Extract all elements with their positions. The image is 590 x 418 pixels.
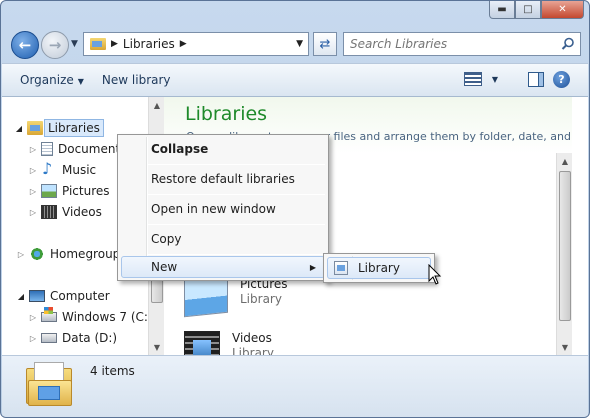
breadcrumb-arrow-icon[interactable]: ▶: [180, 39, 187, 49]
libraries-folder-icon: [90, 38, 106, 50]
pictures-library-icon: [184, 274, 228, 318]
item-name: Videos: [232, 331, 272, 345]
windows-drive-icon: [41, 307, 57, 322]
search-box[interactable]: [343, 32, 581, 56]
scroll-down-icon[interactable]: ▼: [149, 339, 165, 355]
menu-separator: [148, 194, 325, 195]
expand-arrow-icon[interactable]: ▷: [28, 208, 38, 217]
back-button[interactable]: ←: [11, 31, 39, 59]
tree-label-homegroup: Homegroup: [50, 247, 121, 261]
submenu-arrow-icon: ▶: [309, 262, 316, 272]
tree-item-computer[interactable]: ◢ Computer: [16, 286, 110, 306]
collapse-arrow-icon[interactable]: ◢: [14, 124, 24, 133]
close-button[interactable]: ✕: [541, 1, 584, 19]
hard-drive-icon: [41, 333, 57, 343]
list-item[interactable]: Videos Library: [184, 331, 274, 355]
refresh-button[interactable]: ⇄: [313, 32, 337, 56]
item-count: 4 items: [90, 364, 135, 378]
menu-item-new-label: New: [151, 260, 178, 274]
expand-arrow-icon[interactable]: ▷: [28, 313, 38, 322]
minimize-button[interactable]: ▬: [489, 1, 515, 19]
scroll-up-icon[interactable]: ▲: [149, 97, 165, 113]
breadcrumb-arrow-icon[interactable]: ▶: [111, 39, 118, 49]
tree-label-drive-d: Data (D:): [62, 331, 118, 345]
view-dropdown-icon[interactable]: ▼: [492, 75, 498, 84]
command-bar: Organize ▼ New library ▼ ?: [2, 63, 588, 97]
address-row: ← → ▼ ▶ Libraries ▶ ▼ ⇄: [7, 27, 583, 61]
collapse-arrow-icon[interactable]: ◢: [16, 292, 26, 301]
maximize-button[interactable]: □: [515, 1, 541, 19]
music-note-icon: [41, 159, 57, 178]
context-menu: Collapse Restore default libraries Open …: [117, 134, 329, 281]
film-strip-icon: [41, 205, 57, 219]
new-library-button[interactable]: New library: [102, 73, 171, 87]
documents-icon: [41, 142, 53, 156]
forward-button[interactable]: →: [41, 31, 69, 59]
tree-item-drive-c[interactable]: ▷ Windows 7 (C:): [28, 307, 148, 327]
expand-arrow-icon[interactable]: ▷: [16, 250, 26, 259]
pictures-icon: [41, 184, 57, 198]
tree-label-music: Music: [62, 163, 97, 177]
expand-arrow-icon[interactable]: ▷: [28, 166, 38, 175]
scroll-down-icon[interactable]: ▼: [557, 339, 572, 355]
expand-arrow-icon[interactable]: ▷: [28, 187, 38, 196]
libraries-large-icon: [26, 362, 72, 406]
item-type: Library: [240, 292, 282, 306]
address-dropdown-icon[interactable]: ▼: [296, 39, 303, 49]
organize-label: Organize: [20, 73, 74, 87]
item-type: Library: [232, 346, 274, 355]
explorer-window: ▬ □ ✕ ← → ▼ ▶ Libraries ▶ ▼ ⇄ Organize▼ …: [0, 0, 590, 418]
tree-label-computer: Computer: [50, 289, 110, 303]
tree-item-libraries[interactable]: ◢ Libraries: [14, 118, 104, 138]
expand-arrow-icon[interactable]: ▷: [28, 145, 38, 154]
expand-arrow-icon[interactable]: ▷: [28, 334, 38, 343]
computer-icon: [29, 290, 45, 302]
menu-item-copy[interactable]: Copy: [121, 228, 325, 250]
submenu-item-library-label: Library: [358, 261, 400, 275]
details-view-icon: [463, 72, 482, 86]
caption-buttons: ▬ □ ✕: [489, 1, 584, 19]
menu-separator: [148, 164, 325, 165]
new-submenu: Library: [323, 253, 435, 283]
tree-label-libraries: Libraries: [44, 119, 104, 137]
scroll-up-icon[interactable]: ▲: [557, 153, 572, 169]
menu-item-collapse[interactable]: Collapse: [121, 138, 325, 160]
tree-item-videos[interactable]: ▷ Videos: [28, 202, 102, 222]
organize-dropdown-icon: ▼: [77, 77, 84, 86]
search-icon[interactable]: [560, 36, 576, 52]
menu-item-open-in-new-window[interactable]: Open in new window: [121, 198, 325, 220]
menu-separator: [148, 224, 325, 225]
videos-library-icon: [184, 331, 220, 355]
file-list-scrollbar[interactable]: ▲ ▼: [556, 153, 572, 355]
tree-item-drive-d[interactable]: ▷ Data (D:): [28, 328, 117, 348]
organize-menu[interactable]: Organize ▼: [20, 73, 84, 87]
details-pane: 4 items: [2, 355, 588, 417]
library-icon: [334, 261, 348, 275]
recent-pages-button[interactable]: ▼: [71, 39, 78, 49]
preview-pane-icon[interactable]: [528, 72, 544, 87]
submenu-item-library[interactable]: Library: [327, 257, 431, 279]
tree-item-music[interactable]: ▷ Music: [28, 159, 97, 180]
menu-separator: [148, 254, 325, 255]
libraries-icon: [27, 121, 43, 135]
address-bar[interactable]: ▶ Libraries ▶ ▼: [83, 32, 309, 56]
tree-item-homegroup[interactable]: ▷ Homegroup: [16, 244, 120, 264]
breadcrumb-libraries[interactable]: Libraries: [123, 37, 175, 51]
page-title: Libraries: [185, 103, 268, 125]
search-input[interactable]: [350, 37, 550, 51]
help-icon[interactable]: ?: [553, 71, 570, 88]
tree-item-pictures[interactable]: ▷ Pictures: [28, 181, 110, 201]
scrollbar-thumb[interactable]: [559, 171, 571, 321]
homegroup-icon: [29, 247, 45, 261]
tree-label-pictures: Pictures: [62, 184, 110, 198]
tree-label-drive-c: Windows 7 (C:): [62, 310, 148, 324]
menu-item-new[interactable]: New ▶: [121, 256, 325, 278]
change-view-button[interactable]: ▼: [463, 72, 498, 86]
tree-label-videos: Videos: [62, 205, 102, 219]
menu-item-restore-default-libraries[interactable]: Restore default libraries: [121, 168, 325, 190]
tree-item-documents[interactable]: ▷ Documents: [28, 139, 126, 159]
list-item[interactable]: Pictures Library: [184, 274, 288, 325]
